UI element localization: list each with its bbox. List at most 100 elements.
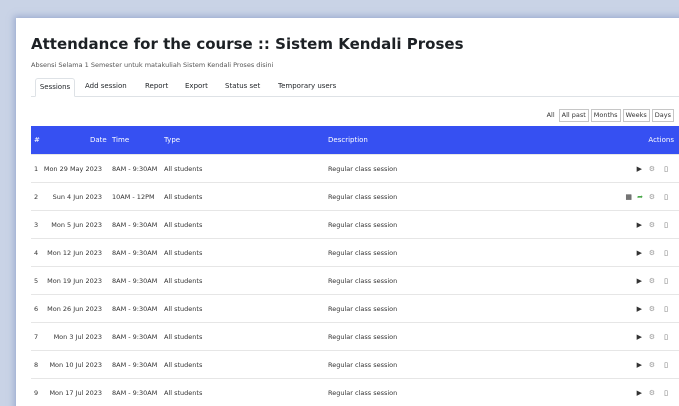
- play-icon[interactable]: ▶: [637, 351, 642, 379]
- trash-icon[interactable]: ▯: [664, 323, 668, 351]
- play-icon[interactable]: ▶: [637, 379, 642, 406]
- table-row: 4 Mon 12 Jun 2023 8AM - 9:30AM All students…: [31, 238, 679, 266]
- row-description: Regular class session: [328, 249, 398, 257]
- table-row: 8 Mon 10 Jul 2023 8AM - 9:30AM All students…: [31, 350, 679, 378]
- page-title: Attendance for the course :: Sistem Kend…: [31, 35, 464, 53]
- row-num: 9: [34, 389, 39, 397]
- trash-icon[interactable]: ▯: [664, 155, 668, 183]
- view-months-button[interactable]: Months: [590, 108, 621, 122]
- gear-icon[interactable]: ⚙: [649, 267, 655, 295]
- table-row: 2 Sun 4 Jun 2023 10AM - 12PM All students Re…: [31, 182, 679, 210]
- header-actions: Actions: [648, 136, 674, 144]
- row-time: 8AM - 9:30AM: [112, 389, 158, 397]
- gear-icon[interactable]: ⚙: [649, 155, 655, 183]
- view-filter: All All past Months Weeks Days: [547, 108, 674, 122]
- row-num: 3: [34, 221, 39, 229]
- header-description: Description: [328, 136, 368, 144]
- tab-temporary-users[interactable]: Temporary users: [276, 78, 338, 97]
- row-date: Mon 10 Jul 2023: [49, 361, 102, 369]
- trash-icon[interactable]: ▯: [664, 239, 668, 267]
- tab-report[interactable]: Report: [143, 78, 170, 97]
- trash-icon[interactable]: ▯: [664, 379, 668, 406]
- header-type: Type: [164, 136, 181, 144]
- row-time: 8AM - 9:30AM: [112, 361, 158, 369]
- play-icon[interactable]: ▶: [637, 155, 642, 183]
- row-type: All students: [164, 249, 203, 257]
- go-icon[interactable]: ➦: [637, 183, 643, 211]
- row-description: Regular class session: [328, 361, 398, 369]
- gear-icon[interactable]: ⚙: [649, 211, 655, 239]
- gear-icon[interactable]: ⚙: [649, 323, 655, 351]
- trash-icon[interactable]: ▯: [664, 351, 668, 379]
- tab-sessions[interactable]: Sessions: [35, 78, 75, 97]
- trash-icon[interactable]: ▯: [664, 211, 668, 239]
- play-icon[interactable]: ▶: [637, 211, 642, 239]
- row-description: Regular class session: [328, 305, 398, 313]
- header-date[interactable]: Date: [90, 126, 107, 154]
- row-date: Mon 29 May 2023: [43, 165, 102, 173]
- row-description: Regular class session: [328, 389, 398, 397]
- row-description: Regular class session: [328, 165, 398, 173]
- row-date: Mon 19 Jun 2023: [47, 277, 102, 285]
- row-num: 4: [34, 249, 39, 257]
- header-num: #: [34, 136, 40, 144]
- row-description: Regular class session: [328, 221, 398, 229]
- table-row: 7 Mon 3 Jul 2023 8AM - 9:30AM All students R…: [31, 322, 679, 350]
- row-date: Sun 4 Jun 2023: [52, 193, 102, 201]
- row-date: Mon 12 Jun 2023: [47, 249, 102, 257]
- row-type: All students: [164, 333, 203, 341]
- row-date: Mon 17 Jul 2023: [49, 389, 102, 397]
- row-description: Regular class session: [328, 193, 398, 201]
- row-description: Regular class session: [328, 277, 398, 285]
- view-weeks-button[interactable]: Weeks: [622, 108, 650, 122]
- gear-icon[interactable]: ⚙: [649, 239, 655, 267]
- row-time: 8AM - 9:30AM: [112, 277, 158, 285]
- row-date: Mon 26 Jun 2023: [47, 305, 102, 313]
- row-type: All students: [164, 193, 203, 201]
- header-time: Time: [112, 136, 130, 144]
- gear-icon[interactable]: ⚙: [649, 351, 655, 379]
- row-num: 7: [34, 333, 39, 341]
- row-date: Mon 5 Jun 2023: [51, 221, 102, 229]
- play-icon[interactable]: ▶: [637, 323, 642, 351]
- play-icon[interactable]: ▶: [637, 267, 642, 295]
- row-num: 8: [34, 361, 39, 369]
- view-days-button[interactable]: Days: [651, 108, 674, 122]
- table-row: 9 Mon 17 Jul 2023 8AM - 9:30AM All students…: [31, 378, 679, 406]
- play-icon[interactable]: ▶: [637, 295, 642, 323]
- row-num: 5: [34, 277, 39, 285]
- gear-icon[interactable]: ⚙: [649, 295, 655, 323]
- table-row: 5 Mon 19 Jun 2023 8AM - 9:30AM All students…: [31, 266, 679, 294]
- qrcode-icon[interactable]: ▦: [625, 183, 632, 211]
- tab-export[interactable]: Export: [183, 78, 210, 97]
- tab-bar: Sessions Add session Report Export Statu…: [31, 78, 679, 97]
- row-type: All students: [164, 361, 203, 369]
- row-time: 8AM - 9:30AM: [112, 221, 158, 229]
- trash-icon[interactable]: ▯: [664, 267, 668, 295]
- row-description: Regular class session: [328, 333, 398, 341]
- view-all-label[interactable]: All: [547, 111, 555, 119]
- tab-status-set[interactable]: Status set: [223, 78, 262, 97]
- view-all-past-button[interactable]: All past: [558, 108, 589, 122]
- trash-icon[interactable]: ▯: [664, 183, 668, 211]
- row-type: All students: [164, 221, 203, 229]
- row-time: 8AM - 9:30AM: [112, 249, 158, 257]
- row-type: All students: [164, 389, 203, 397]
- row-date: Mon 3 Jul 2023: [53, 333, 102, 341]
- row-time: 10AM - 12PM: [112, 193, 155, 201]
- table-row: 1 Mon 29 May 2023 8AM - 9:30AM All students…: [31, 154, 679, 182]
- gear-icon[interactable]: ⚙: [649, 183, 655, 211]
- row-time: 8AM - 9:30AM: [112, 305, 158, 313]
- row-time: 8AM - 9:30AM: [112, 333, 158, 341]
- table-row: 3 Mon 5 Jun 2023 8AM - 9:30AM All students R…: [31, 210, 679, 238]
- row-type: All students: [164, 305, 203, 313]
- table-header: # Date Time Type Description Actions: [31, 126, 679, 154]
- gear-icon[interactable]: ⚙: [649, 379, 655, 406]
- tab-add-session[interactable]: Add session: [83, 78, 129, 97]
- row-num: 2: [34, 193, 39, 201]
- row-num: 1: [34, 165, 39, 173]
- play-icon[interactable]: ▶: [637, 239, 642, 267]
- trash-icon[interactable]: ▯: [664, 295, 668, 323]
- row-type: All students: [164, 165, 203, 173]
- attendance-panel: Attendance for the course :: Sistem Kend…: [16, 18, 679, 406]
